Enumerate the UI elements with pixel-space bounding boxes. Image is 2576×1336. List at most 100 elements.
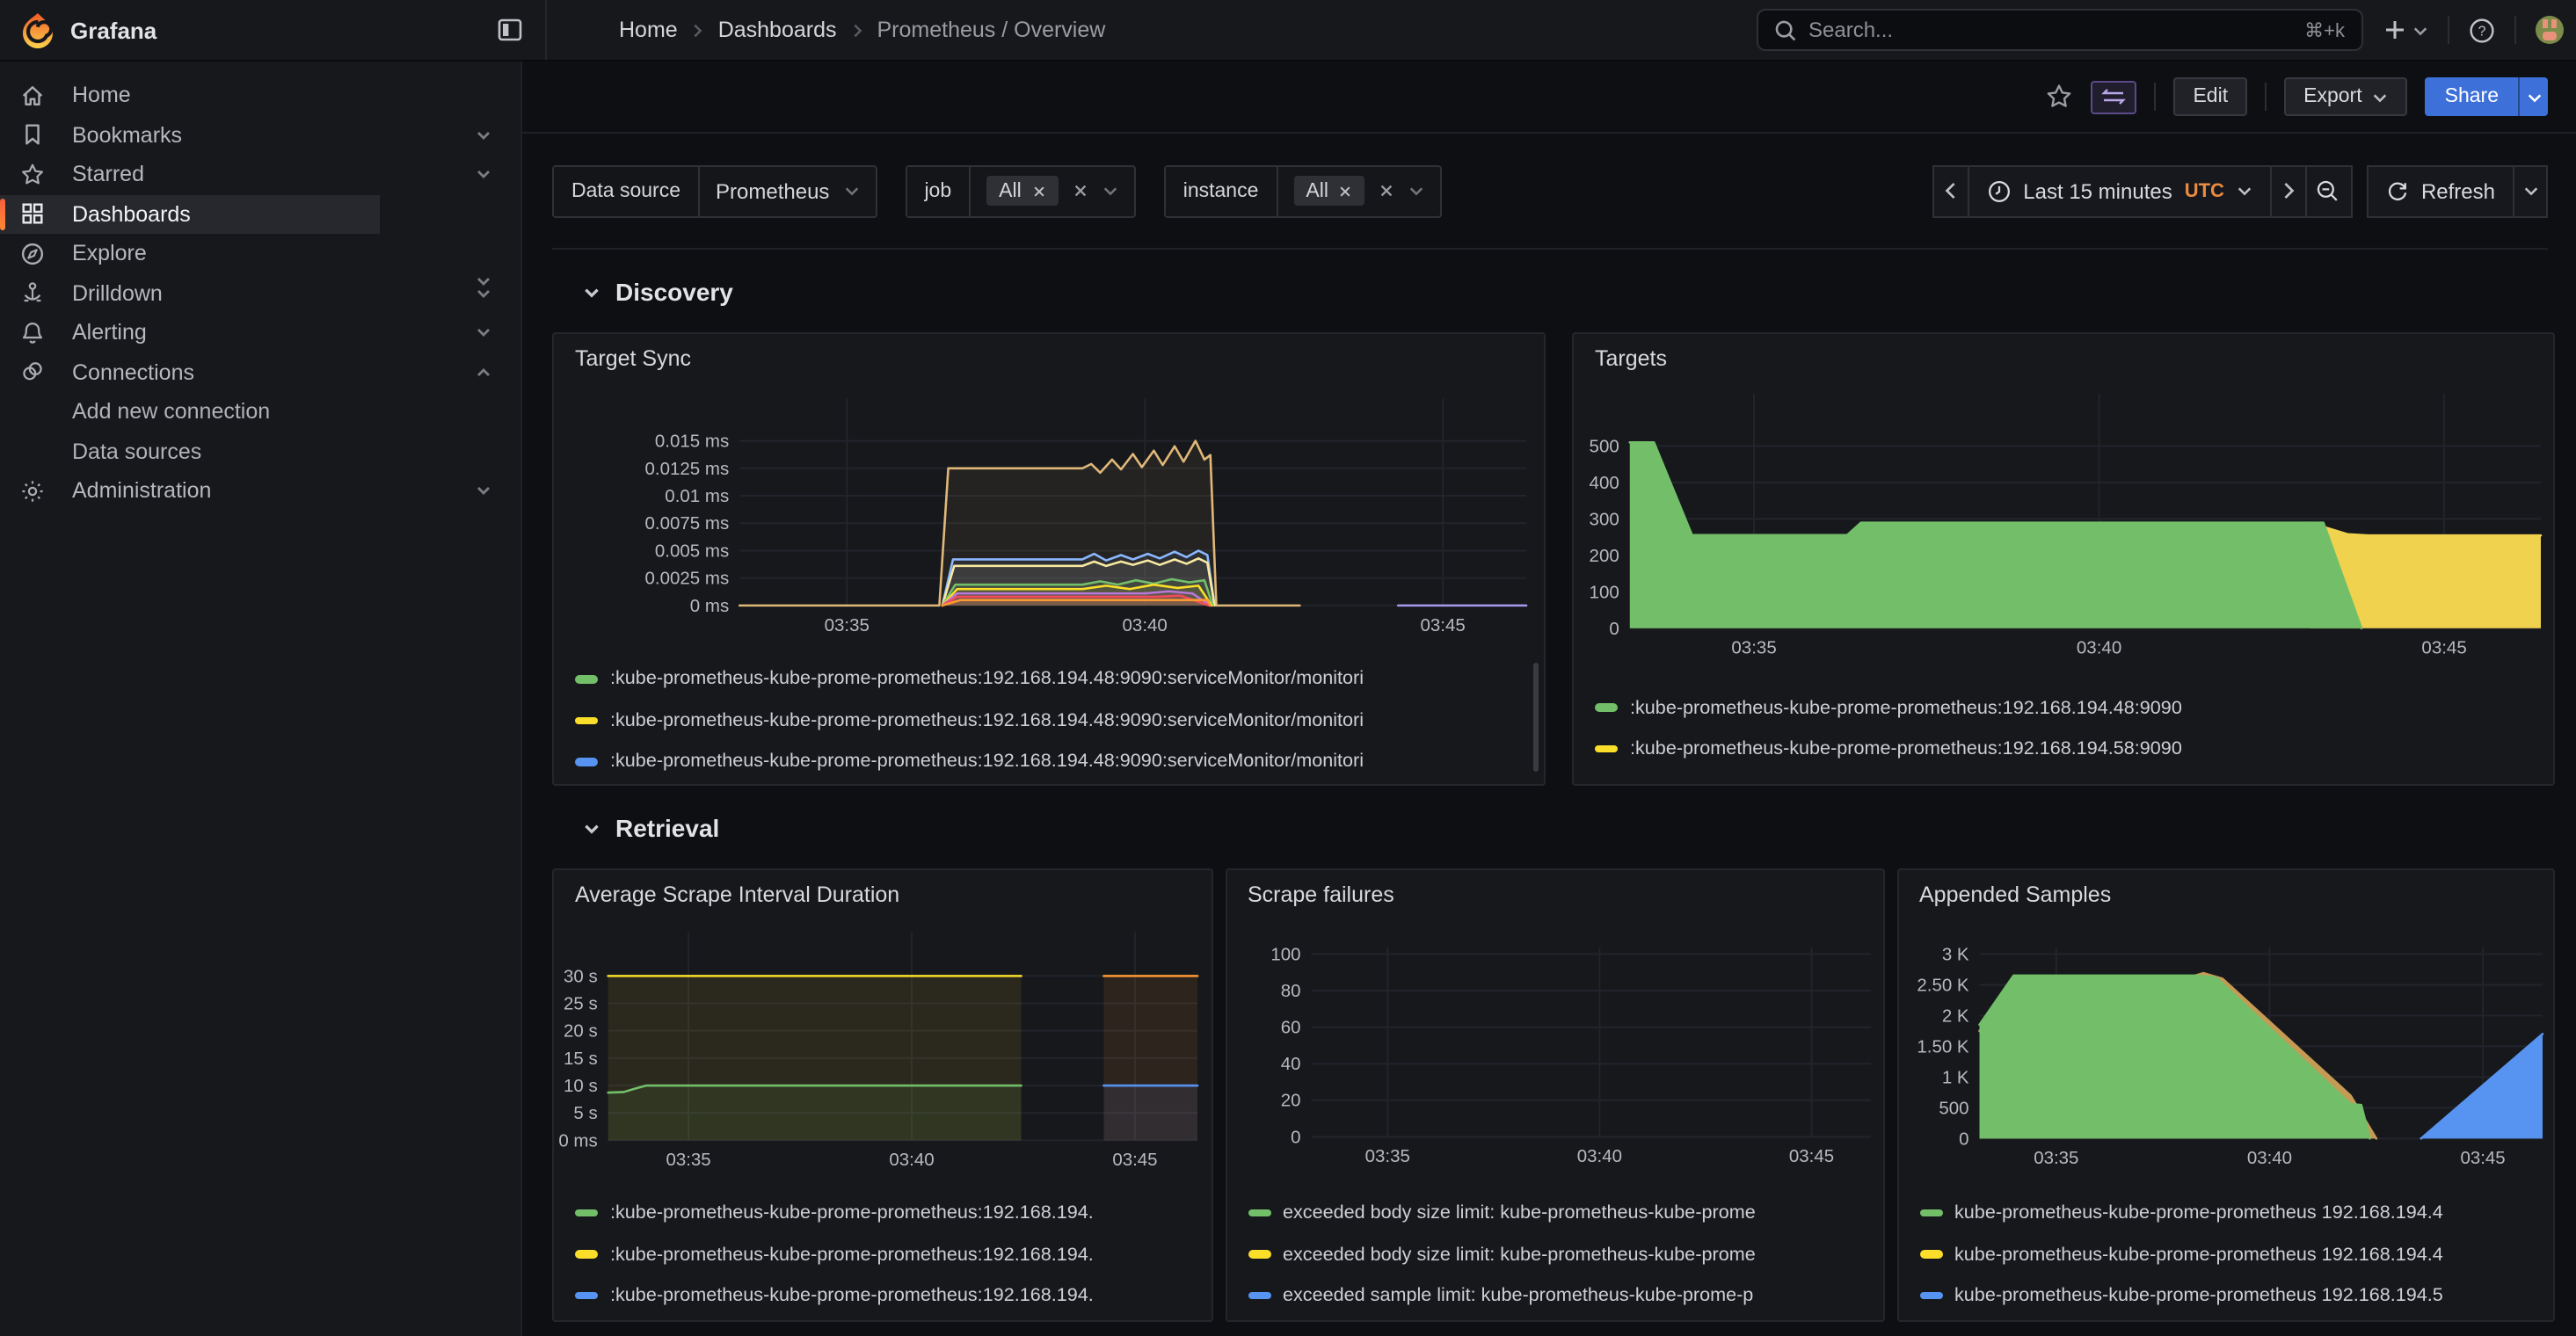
sidebar-item-data-sources[interactable]: Data sources — [0, 432, 520, 471]
sidebar-item-bookmarks[interactable]: Bookmarks — [0, 115, 520, 155]
panel-title[interactable]: Scrape failures — [1248, 882, 1394, 907]
legend-item[interactable]: :kube-prometheus-kube-prome-prometheus:1… — [575, 1193, 1187, 1234]
legend-item[interactable]: kube-prometheus-kube-prome-prometheus 19… — [1919, 1234, 2528, 1275]
legend-item[interactable]: exceeded sample limit: kube-prometheus-k… — [1248, 1275, 1858, 1317]
datasource-picker[interactable]: Data source Prometheus — [552, 164, 877, 217]
time-controls: Last 15 minutes UTC Refresh — [1932, 164, 2548, 217]
svg-text:1 K: 1 K — [1941, 1067, 1968, 1087]
close-icon[interactable] — [1032, 184, 1046, 198]
row-title: Retrieval — [615, 814, 719, 842]
panel-title[interactable]: Target Sync — [575, 346, 691, 371]
time-range-picker[interactable]: Last 15 minutes UTC — [1967, 164, 2272, 217]
switch-view-button[interactable] — [2091, 80, 2136, 113]
variable-filters: Data source Prometheus job All — [552, 164, 1443, 217]
chevron-down-icon — [2522, 183, 2538, 199]
chevron-down-icon — [2412, 22, 2427, 38]
datasource-label: Data source — [554, 166, 700, 215]
sidebar-item-administration[interactable]: Administration — [0, 471, 520, 511]
panel-title[interactable]: Appended Samples — [1919, 882, 2111, 907]
chevron-down-icon[interactable] — [475, 127, 492, 144]
time-back-button[interactable] — [1932, 164, 1968, 217]
sidebar-item-dashboards[interactable]: Dashboards — [0, 194, 380, 234]
svg-text:10 s: 10 s — [564, 1076, 598, 1096]
svg-text:03:45: 03:45 — [1788, 1146, 1833, 1166]
clear-icon[interactable] — [1379, 183, 1395, 199]
legend-item[interactable]: :kube-prometheus-kube-prome-prometheus:1… — [1595, 687, 2528, 729]
grafana-logo-icon[interactable] — [21, 11, 55, 48]
legend-item[interactable]: :kube-prometheus-kube-prome-prometheus:1… — [1595, 729, 2528, 770]
svg-text:30 s: 30 s — [564, 966, 598, 986]
chevron-down-icon — [1102, 183, 1118, 199]
legend-swatch — [1595, 745, 1618, 753]
time-forward-button[interactable] — [2270, 164, 2307, 217]
job-label: job — [906, 166, 971, 215]
legend-item[interactable]: :kube-prometheus-kube-prome-prometheus:1… — [575, 1275, 1187, 1317]
panel-title[interactable]: Average Scrape Interval Duration — [575, 882, 899, 907]
legend-scrollbar[interactable] — [1532, 663, 1538, 772]
share-button[interactable]: Share — [2426, 78, 2518, 116]
svg-text:03:35: 03:35 — [1364, 1146, 1409, 1166]
sidebar-item-connections[interactable]: Connections — [0, 352, 520, 392]
refresh-button-group: Refresh — [2367, 164, 2548, 217]
chevron-down-icon[interactable] — [475, 166, 492, 184]
top-bar: Grafana Home Dashboards Prometheus / Ove… — [0, 0, 2576, 62]
edit-button[interactable]: Edit — [2173, 78, 2247, 116]
star-dashboard-button[interactable] — [2045, 83, 2073, 111]
breadcrumb-dashboards[interactable]: Dashboards — [718, 18, 837, 42]
add-new-button[interactable] — [2382, 18, 2427, 42]
user-avatar[interactable] — [2535, 16, 2564, 45]
sidebar-item-starred[interactable]: Starred — [0, 155, 520, 194]
legend-item[interactable]: exceeded body size limit: kube-prometheu… — [1248, 1234, 1858, 1275]
chevron-down-icon[interactable] — [475, 285, 492, 302]
refresh-interval-button[interactable] — [2513, 164, 2548, 217]
legend-item[interactable]: :kube-prometheus-kube-prome-prometheus:1… — [575, 1234, 1187, 1275]
sidebar-item-add-new-connection[interactable]: Add new connection — [0, 392, 520, 432]
sidebar-item-alerting[interactable]: Alerting — [0, 313, 520, 352]
instance-filter[interactable]: instance All — [1164, 164, 1443, 217]
datasource-value[interactable]: Prometheus — [716, 178, 829, 203]
search-input[interactable] — [1808, 18, 2292, 42]
row-discovery[interactable]: Discovery — [582, 278, 733, 306]
svg-text:?: ? — [2478, 24, 2485, 39]
search-box[interactable]: ⌘+k — [1756, 9, 2362, 51]
svg-text:2 K: 2 K — [1941, 1006, 1968, 1026]
clear-icon[interactable] — [1073, 183, 1088, 199]
zoom-out-time-button[interactable] — [2305, 164, 2353, 217]
svg-text:03:45: 03:45 — [2421, 638, 2466, 658]
svg-text:2.50 K: 2.50 K — [1916, 975, 1968, 995]
svg-text:1.50 K: 1.50 K — [1916, 1036, 1968, 1056]
row-retrieval[interactable]: Retrieval — [582, 814, 719, 842]
chevron-down-icon[interactable] — [475, 324, 492, 342]
export-button[interactable]: Export — [2284, 78, 2408, 116]
chevron-down-icon[interactable] — [475, 483, 492, 500]
help-button[interactable]: ? — [2468, 17, 2494, 43]
legend-item[interactable]: :kube-prometheus-kube-prome-prometheus:1… — [575, 741, 1519, 782]
legend-swatch — [1919, 1209, 1942, 1217]
sidebar-item-drilldown[interactable]: Drilldown — [0, 273, 520, 313]
breadcrumb-home[interactable]: Home — [619, 18, 678, 42]
svg-text:100: 100 — [1590, 582, 1619, 602]
panel-title[interactable]: Targets — [1595, 346, 1667, 371]
chevron-up-icon[interactable] — [475, 364, 492, 381]
legend-swatch — [1248, 1209, 1270, 1217]
sidebar-item-home[interactable]: Home — [0, 76, 520, 115]
instance-chip[interactable]: All — [1293, 176, 1365, 206]
legend-item[interactable]: kube-prometheus-kube-prome-prometheus 19… — [1919, 1193, 2528, 1234]
share-menu-button[interactable] — [2518, 78, 2548, 116]
sidebar-item-explore[interactable]: Explore — [0, 234, 520, 273]
legend-item[interactable]: :kube-prometheus-kube-prome-prometheus:1… — [575, 658, 1519, 700]
refresh-button[interactable]: Refresh — [2367, 164, 2514, 217]
dock-sidebar-icon[interactable] — [494, 15, 524, 45]
legend-swatch — [575, 1292, 598, 1300]
svg-text:3 K: 3 K — [1941, 944, 1968, 964]
question-circle-icon: ? — [2468, 17, 2494, 43]
close-icon[interactable] — [1339, 184, 1353, 198]
legend-item[interactable]: :kube-prometheus-kube-prome-prometheus:1… — [575, 700, 1519, 741]
legend-item[interactable]: exceeded body size limit: kube-prometheu… — [1248, 1193, 1858, 1234]
job-filter[interactable]: job All — [905, 164, 1135, 217]
home-icon — [19, 83, 46, 109]
legend-item[interactable]: kube-prometheus-kube-prome-prometheus 19… — [1919, 1275, 2528, 1317]
svg-text:03:40: 03:40 — [1576, 1146, 1621, 1166]
divider — [2447, 16, 2449, 44]
job-chip[interactable]: All — [986, 176, 1059, 206]
